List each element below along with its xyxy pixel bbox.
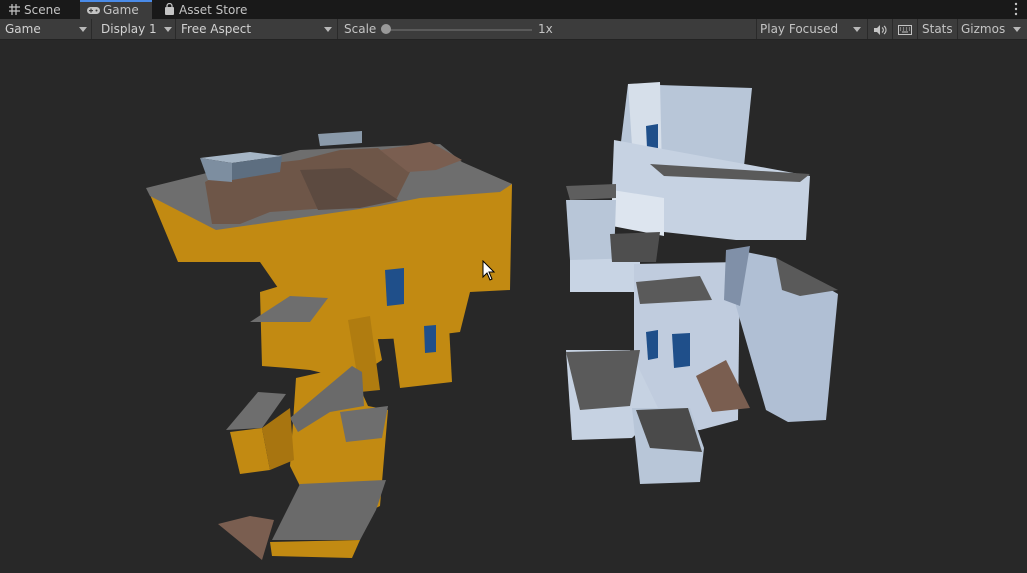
chevron-down-icon <box>164 27 172 32</box>
gizmos-label: Gizmos <box>961 22 1006 36</box>
view-mode-dropdown[interactable]: Game <box>0 19 92 39</box>
gizmos-dropdown[interactable]: Gizmos <box>958 19 1027 39</box>
speaker-icon <box>874 25 887 35</box>
gamepad-icon <box>87 7 100 14</box>
tab-label: Scene <box>24 3 61 17</box>
chevron-down-icon <box>1013 27 1021 32</box>
tab-bar: Scene Game Asset Store <box>0 0 1027 19</box>
display-value: Display 1 <box>101 22 157 36</box>
chevron-down-icon <box>79 27 87 32</box>
keyboard-icon <box>898 25 912 35</box>
chevron-down-icon <box>324 27 332 32</box>
scale-label: Scale <box>344 22 377 36</box>
tab-game[interactable]: Game <box>80 0 152 19</box>
mute-audio-button[interactable] <box>868 19 892 39</box>
stats-label: Stats <box>922 22 953 36</box>
tab-label: Asset Store <box>179 3 248 17</box>
play-mode-value: Play Focused <box>760 22 839 36</box>
mouse-cursor-icon <box>482 260 496 281</box>
aspect-dropdown[interactable]: Free Aspect <box>176 19 338 39</box>
more-options-icon[interactable] <box>1013 2 1019 16</box>
tab-scene[interactable]: Scene <box>0 0 80 19</box>
display-dropdown[interactable]: Display 1 <box>96 19 176 39</box>
scale-slider-handle[interactable] <box>381 24 391 34</box>
scale-value: 1x <box>538 22 553 36</box>
play-mode-dropdown[interactable]: Play Focused <box>757 19 867 39</box>
game-scene-render <box>146 82 838 560</box>
tab-asset-store[interactable]: Asset Store <box>155 0 255 19</box>
shortcuts-button[interactable] <box>893 19 917 39</box>
modular-building-yellow <box>146 131 512 560</box>
stats-button[interactable]: Stats <box>918 19 956 39</box>
modular-building-white <box>566 82 838 484</box>
tab-label: Game <box>103 3 139 17</box>
grid-icon <box>9 4 20 15</box>
shopping-bag-icon <box>165 3 174 15</box>
aspect-value: Free Aspect <box>181 22 252 36</box>
view-mode-value: Game <box>5 22 41 36</box>
chevron-down-icon <box>853 27 861 32</box>
scale-slider-track[interactable] <box>386 29 532 31</box>
